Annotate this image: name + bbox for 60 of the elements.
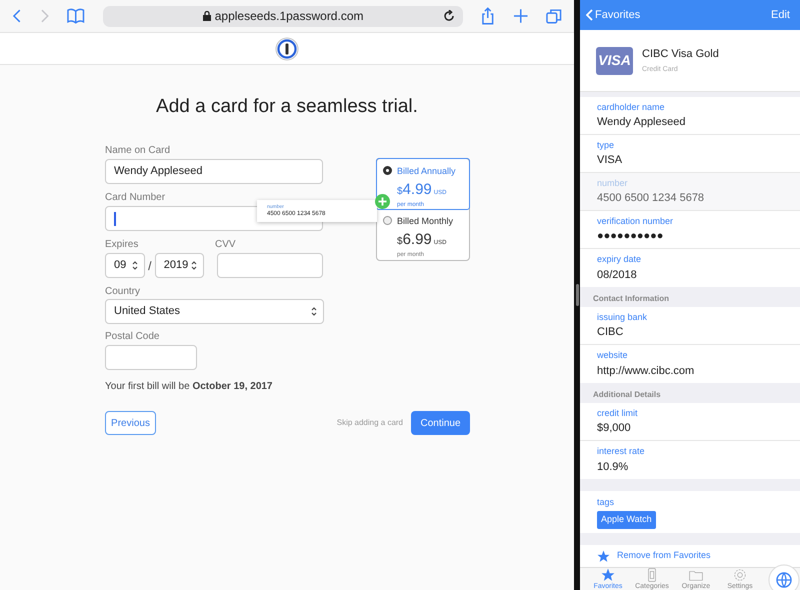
field-label: Name on Card <box>105 145 172 157</box>
back-icon[interactable] <box>12 8 22 24</box>
field-row[interactable]: credit limit $9,000 <box>580 403 800 441</box>
radio-button[interactable] <box>383 216 392 225</box>
reload-icon[interactable] <box>443 10 456 22</box>
section-header: Contact Information <box>592 293 670 305</box>
billing-date-text: Your first bill will be October 19, 2017 <box>105 381 274 393</box>
field-label: Country <box>105 286 142 298</box>
address-bar[interactable]: appleseeds.1password.com <box>102 6 464 26</box>
lock-icon <box>202 11 211 21</box>
phone-icon <box>645 568 659 582</box>
book-icon[interactable] <box>67 8 85 24</box>
folder-icon <box>689 568 703 582</box>
field-row[interactable]: type VISA <box>580 135 800 173</box>
field-label: Postal Code <box>105 331 160 343</box>
field-row[interactable]: expiry date 08/2018 <box>580 249 800 287</box>
field-row[interactable]: cardholder name Wendy Appleseed <box>580 97 800 135</box>
date-separator: / <box>147 258 152 274</box>
chevron-updown-icon <box>190 261 197 270</box>
field-row[interactable]: issuing bank CIBC <box>580 307 800 345</box>
star-icon <box>601 568 615 582</box>
currency-sign: $ <box>397 234 403 248</box>
cvv-input[interactable] <box>216 253 323 278</box>
card-logo: VISA <box>596 46 633 74</box>
keyhole-logo-icon <box>275 36 299 60</box>
country-select[interactable]: United States <box>105 299 324 324</box>
split-handle[interactable] <box>576 284 578 306</box>
field-row[interactable]: number 4500 6500 1234 5678 <box>580 173 800 211</box>
page-heading: Add a card for a seamless trial. <box>155 95 419 117</box>
share-icon[interactable] <box>481 7 495 25</box>
settings-icon <box>733 568 747 582</box>
chevron-updown-icon <box>132 261 138 270</box>
previous-button[interactable]: Previous <box>105 411 156 435</box>
field-label: CVV <box>215 239 236 251</box>
add-icon[interactable] <box>375 194 390 209</box>
price: 4.99 <box>402 180 432 200</box>
globe-icon[interactable] <box>768 564 800 590</box>
name-input[interactable]: Wendy Appleseed <box>105 159 323 184</box>
month-select[interactable]: 09 <box>105 253 145 278</box>
field-row[interactable]: interest rate 10.9% <box>580 441 800 479</box>
currency-sign: $ <box>397 184 403 198</box>
field-row[interactable]: verification number ●●●●●●●●●● <box>580 211 800 249</box>
text-cursor <box>114 212 116 226</box>
add-icon[interactable] <box>512 8 528 24</box>
tabs-icon[interactable] <box>546 8 562 24</box>
tag-chip[interactable]: Apple Watch <box>597 511 656 528</box>
year-select[interactable]: 2019 <box>154 253 204 278</box>
section-header: Additional Details <box>592 389 662 401</box>
chevron-updown-icon <box>311 307 317 316</box>
postal-code-input[interactable] <box>105 345 197 370</box>
star-icon <box>597 550 610 562</box>
back-chevron-icon <box>586 9 593 21</box>
field-label: Card Number <box>105 192 166 204</box>
continue-button[interactable]: Continue <box>411 411 470 435</box>
price: 6.99 <box>402 230 432 250</box>
item-title: CIBC Visa Gold <box>642 47 719 62</box>
field-label: Expires <box>105 239 140 251</box>
field-row[interactable]: website http://www.cibc.com <box>580 345 800 383</box>
radio-button[interactable] <box>383 166 392 175</box>
field-label: tags <box>597 496 616 509</box>
